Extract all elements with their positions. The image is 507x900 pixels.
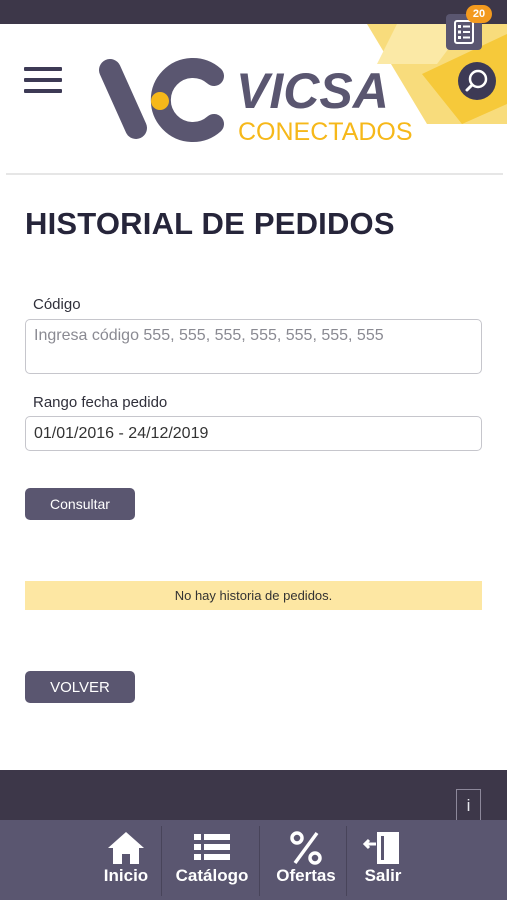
home-icon [108,832,144,864]
date-range-label: Rango fecha pedido [33,394,168,411]
code-label: Código [33,296,81,313]
nav-label: Salir [364,866,402,885]
exit-door-icon [363,832,399,864]
logo-brand-text: VICSA [236,63,389,119]
cart-count-badge: 20 [466,5,492,23]
search-icon [465,69,488,92]
search-button[interactable] [458,62,496,100]
page-title: HISTORIAL DE PEDIDOS [25,206,395,241]
empty-results-alert: No hay historia de pedidos. [25,581,482,610]
nav-item-ofertas[interactable]: Ofertas [266,820,346,900]
logo-mark: VICSA CONECTADOS [99,58,413,146]
nav-label: Ofertas [276,866,336,885]
code-input[interactable] [25,319,482,374]
bottom-nav: Inicio Catálogo Ofertas Salir [0,820,507,900]
nav-label: Catálogo [175,866,249,885]
logo-sub-text: CONECTADOS [238,118,413,146]
nav-separator [346,826,347,896]
catalog-list-icon [194,834,230,860]
vicsa-logo[interactable]: VICSA CONECTADOS [96,56,416,148]
footer [0,770,507,820]
info-button[interactable]: i [456,789,481,820]
nav-label: Inicio [103,866,149,885]
top-bar [0,0,507,24]
nav-item-inicio[interactable]: Inicio [92,820,160,900]
nav-item-catalogo[interactable]: Catálogo [166,820,258,900]
nav-separator [259,826,260,896]
percent-icon [290,831,322,865]
hamburger-menu-icon[interactable] [24,67,62,95]
nav-separator [161,826,162,896]
nav-item-salir[interactable]: Salir [352,820,414,900]
back-button[interactable]: VOLVER [25,671,135,703]
header-divider [6,173,503,175]
date-range-input[interactable] [25,416,482,451]
consultar-button[interactable]: Consultar [25,488,135,520]
